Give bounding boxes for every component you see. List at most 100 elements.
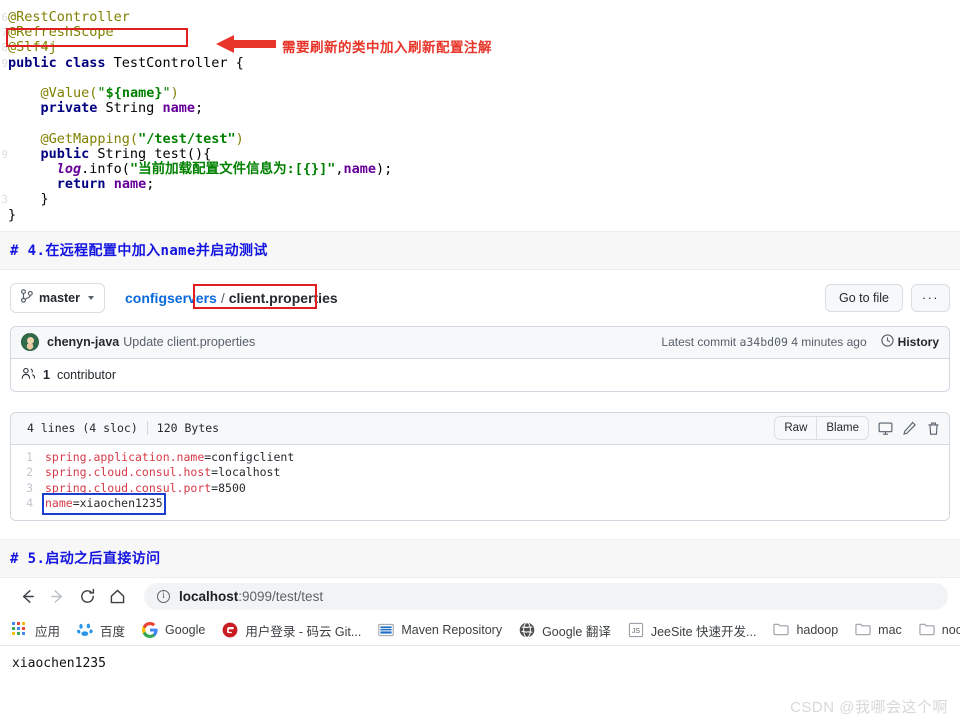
pencil-icon[interactable] [902,421,917,436]
avatar [21,333,39,352]
url-text: localhost:9099/test/test [179,589,323,604]
bookmark-item[interactable]: Google [142,622,205,639]
bookmark-label: 百度 [100,624,126,639]
code-line: 3 } [0,192,960,207]
js-icon: JS [628,622,644,638]
code-line: return name; [0,177,960,192]
home-icon[interactable] [102,587,132,606]
annotation-note: 需要刷新的类中加入刷新配置注解 [282,40,492,55]
property-key: spring.cloud.consul.host [45,465,212,480]
breadcrumb-filename: client.properties [228,289,338,306]
code-token: .info( [81,161,130,178]
bookmark-item[interactable]: 百度 [77,621,125,640]
file-line: 3 spring.cloud.consul.port=8500 [11,481,949,497]
bookmark-label: noc [941,623,960,638]
commit-card: chenyn-java Update client.properties Lat… [10,325,950,392]
latest-commit-label: Latest commit [661,335,737,350]
raw-button[interactable]: Raw [775,417,816,439]
browser-window: i localhost:9099/test/test 应用 百度 Google 用户登… [0,577,960,681]
commit-message[interactable]: Update client.properties [123,335,255,349]
code-token: TestController { [113,54,244,71]
code-token: @RefreshScope [8,24,114,41]
bookmark-item[interactable]: JS JeeSite 快速开发... [628,621,756,640]
address-bar[interactable]: i localhost:9099/test/test [144,583,948,611]
code-token: String [105,100,163,117]
code-token: public class [8,54,114,71]
folder-icon [855,622,871,638]
code-line: 6 @RestController [0,9,960,25]
file-meta: 4 lines (4 sloc) 120 Bytes [19,421,220,436]
clock-icon [881,334,894,350]
folder-icon [919,622,935,638]
url-host: localhost [179,589,239,605]
google-icon [142,622,158,639]
line-number: 8 [1,41,8,55]
blame-button[interactable]: Blame [816,417,868,440]
commit-author[interactable]: chenyn-java [47,335,119,349]
more-options-button[interactable]: ··· [911,283,950,312]
branch-selector-button[interactable]: master [10,282,105,313]
code-line: @GetMapping("/test/test") [0,130,960,147]
section-4-heading: # 4.在远程配置中加入name并启动测试 [10,242,268,259]
github-toolbar: master configservers / client.properties… [10,282,950,314]
code-line: private String name; [0,101,960,116]
commit-sha[interactable]: a34bd09 [739,335,787,349]
code-token: name [113,176,147,193]
line-number: 3 [1,193,8,207]
arrow-right-icon[interactable] [42,587,72,606]
file-line-number: 2 [26,465,33,480]
file-line-text: name=xiaochen1235 [42,493,166,515]
history-link[interactable]: History [881,334,939,350]
code-token: @GetMapping( [40,130,139,147]
bookmark-item[interactable]: Google 翻译 [519,621,611,640]
property-value: =configclient [204,449,295,464]
bookmark-label: Maven Repository [401,623,503,638]
raw-blame-segment: Raw Blame [774,416,869,441]
bookmark-item[interactable]: 用户登录 - 码云 Git... [222,621,361,640]
code-line: } [0,207,960,223]
code-token: " [97,85,106,102]
code-token: "/test/test" [138,130,236,147]
browser-toolbar: i localhost:9099/test/test [0,578,960,616]
go-to-file-button[interactable]: Go to file [824,283,903,312]
breadcrumb-separator: / [220,289,225,306]
breadcrumb-repo-link[interactable]: configservers [125,290,217,306]
trash-icon[interactable] [926,421,941,436]
bookmark-item[interactable]: 应用 [12,621,60,640]
file-actions: Raw Blame [774,416,941,441]
section-5-heading: # 5.启动之后直接访问 [10,550,161,567]
desktop-icon[interactable] [878,421,893,436]
code-token: name [162,100,195,117]
bookmark-item[interactable]: noc [919,622,960,638]
bookmark-label: 用户登录 - 码云 Git... [245,624,362,639]
file-size-label: 120 Bytes [156,421,220,436]
baidu-icon [77,622,93,638]
code-token: ); [376,161,393,178]
bookmark-label: 应用 [35,624,61,639]
maven-icon [378,622,395,638]
bookmark-item[interactable]: Maven Repository [378,622,502,638]
watermark: CSDN @我哪会这个啊 [790,699,948,716]
info-icon[interactable]: i [157,590,170,604]
bookmark-item[interactable]: hadoop [773,622,838,638]
property-key: spring.cloud.consul.port [45,480,212,495]
file-lines-label: 4 lines (4 sloc) [27,421,138,436]
red-arrow-icon [216,34,276,54]
bookmark-item[interactable]: mac [855,622,902,638]
code-token: name [343,161,377,178]
globe-icon [519,622,535,639]
arrow-left-icon[interactable] [12,587,42,606]
contributor-label[interactable]: contributor [57,368,116,382]
code-token: } [8,191,49,208]
bookmark-label: Google 翻译 [542,624,611,639]
code-token: public [40,145,98,162]
line-number: 9 [1,147,8,161]
code-token: private [40,100,106,117]
reload-icon[interactable] [72,587,102,606]
code-line: log.info("当前加载配置文件信息为:[{}]",name); [0,161,960,178]
code-line: @Value("${name}") [0,85,960,102]
